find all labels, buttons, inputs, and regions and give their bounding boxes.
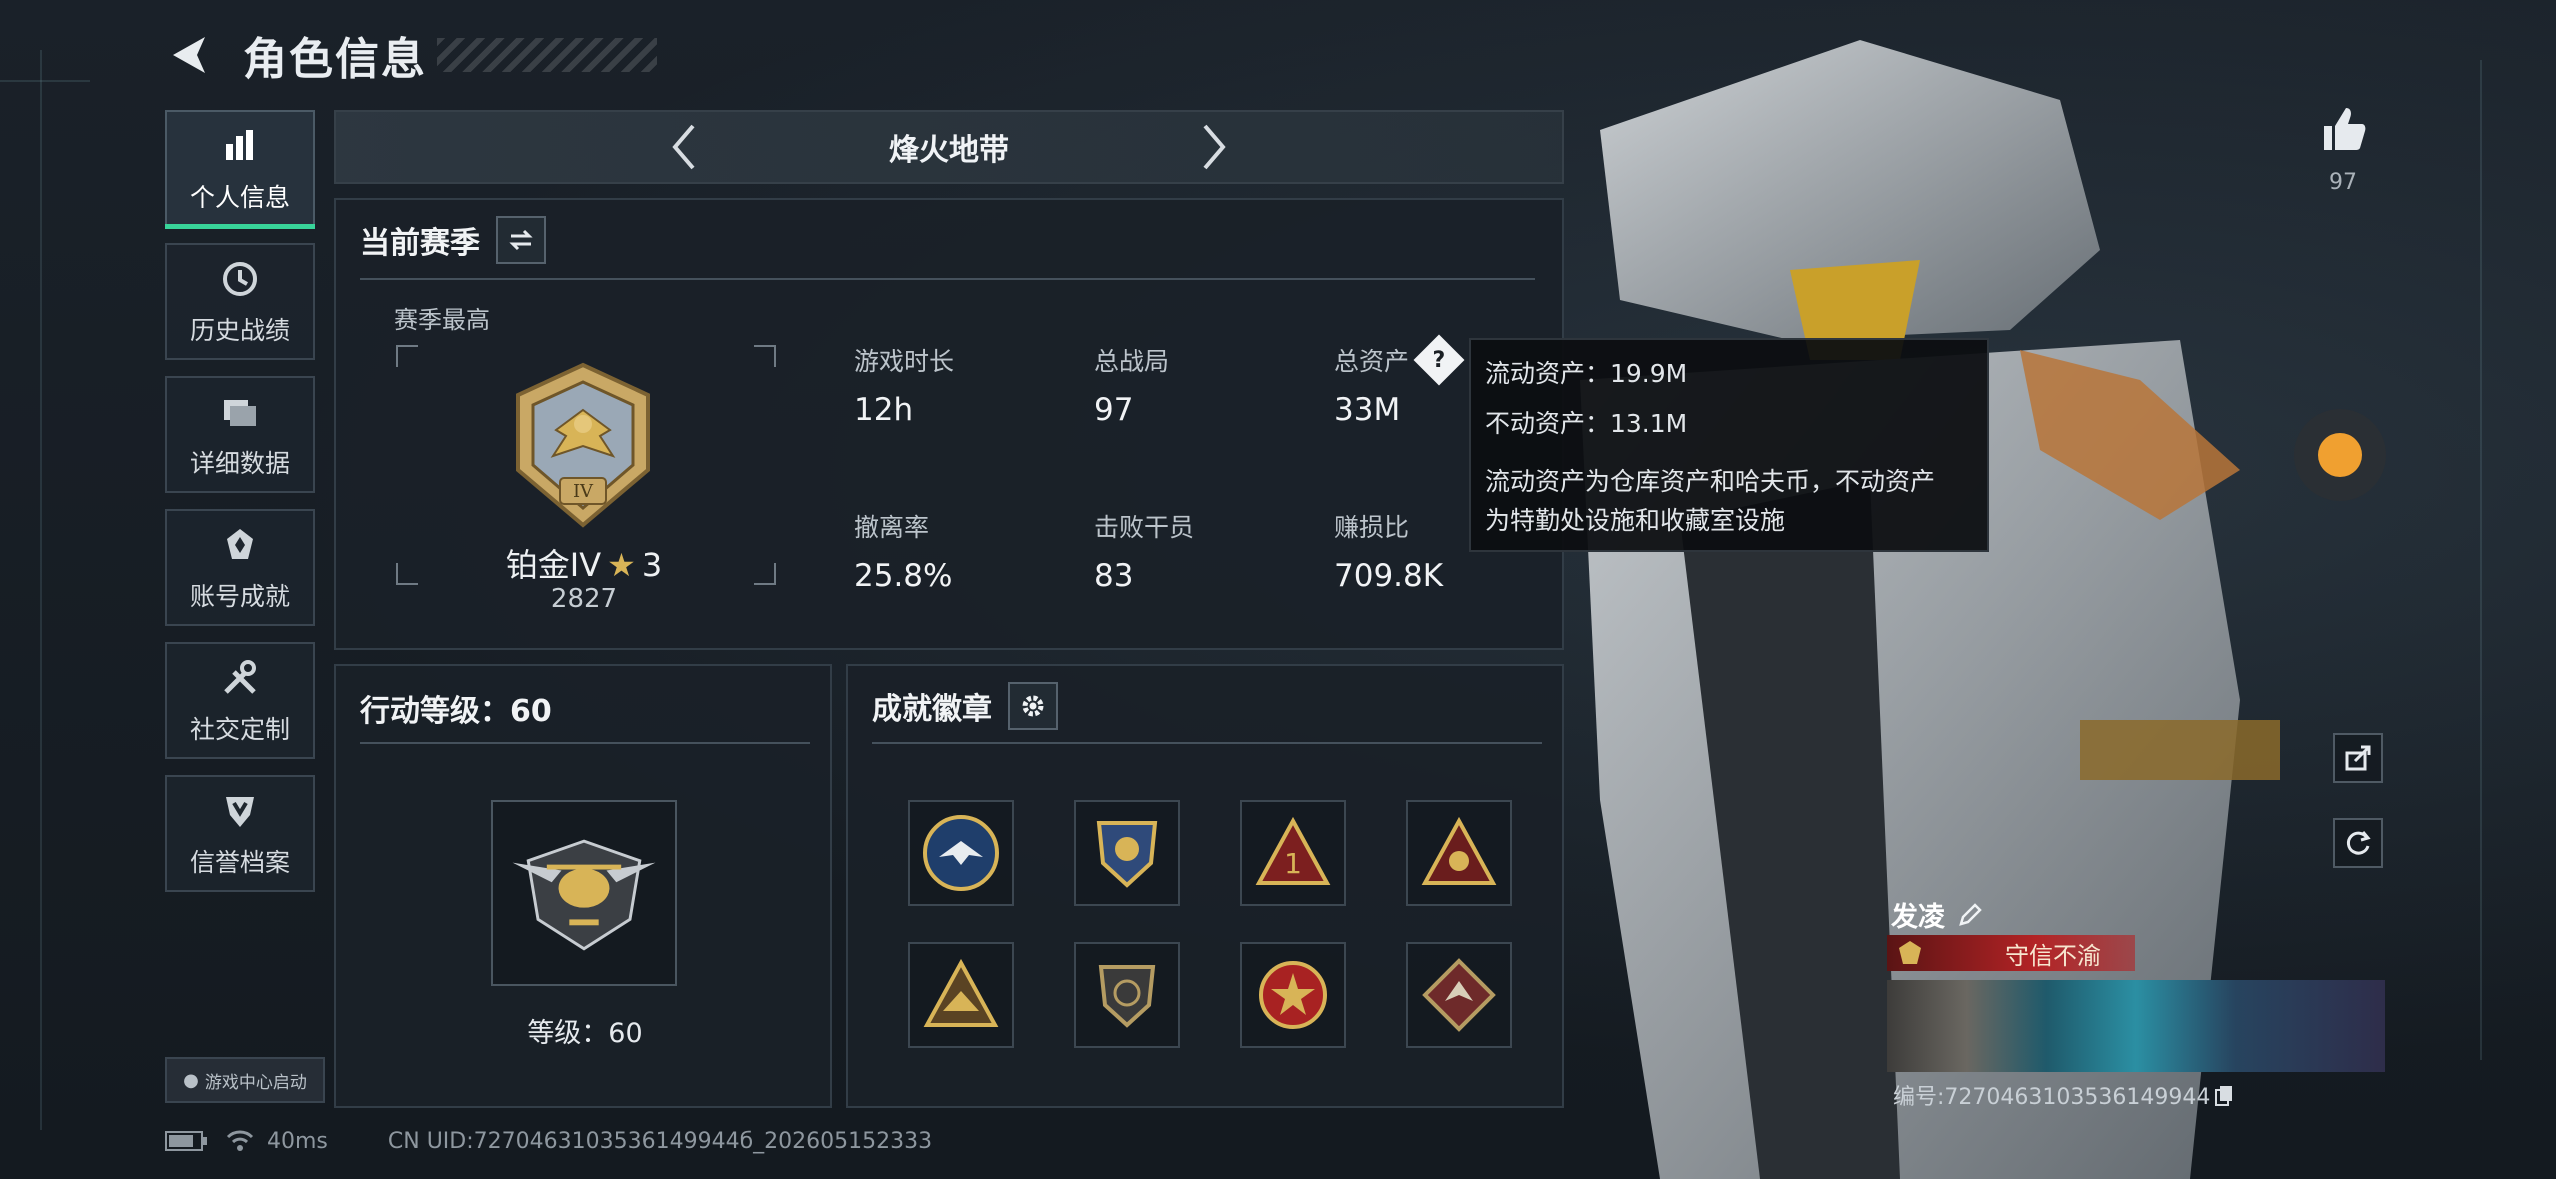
player-card: 发凌 守信不渝 编号:7270463103536149944 — [1887, 895, 2387, 1115]
mode-title: 烽火地带 — [889, 133, 1009, 168]
nav-label: 历史战绩 — [189, 315, 290, 345]
thumbs-up-icon — [2324, 108, 2366, 150]
level-panel: 行动等级：60 等级：60 — [334, 664, 832, 1108]
edit-pencil-icon[interactable] — [1957, 902, 1983, 928]
qq-icon: ● — [183, 1069, 199, 1091]
divider — [360, 742, 810, 744]
achievement-title: 成就徽章 — [872, 692, 992, 727]
tooltip-liquid-assets: 流动资产：19.9M — [1485, 359, 1688, 388]
divider — [360, 278, 1535, 280]
divider — [872, 742, 1542, 744]
level-badge-icon — [491, 800, 677, 986]
refresh-icon — [2346, 831, 2371, 855]
swap-icon — [509, 229, 533, 251]
player-uid: 编号:7270463103536149944 — [1893, 1079, 2234, 1111]
wifi-icon — [226, 1130, 254, 1151]
achievement-badge-dragon-icon[interactable] — [1406, 942, 1512, 1048]
side-nav: 个人信息 历史战绩 详细数据 账号成就 社交定制 信誉档案 — [165, 110, 315, 908]
player-name: 发凌 — [1891, 895, 1983, 934]
rank-name: 铂金IV ★ 3 — [505, 546, 663, 584]
season-title: 当前赛季 — [360, 226, 480, 261]
ping-value: 40ms — [267, 1128, 328, 1154]
history-clock-icon — [218, 257, 262, 301]
achievement-panel: 成就徽章 1 — [846, 664, 1564, 1108]
assets-tooltip: 流动资产：19.9M 不动资产：13.1M 流动资产为仓库资产和哈夫币，不动资产… — [1469, 338, 1989, 552]
achievement-badge-tri-gold-icon[interactable] — [1406, 800, 1512, 906]
refresh-button[interactable] — [2333, 818, 2383, 868]
nav-item-personal-info[interactable]: 个人信息 — [165, 110, 315, 229]
season-subtitle: 赛季最高 — [394, 306, 490, 334]
level-text: 等级：60 — [527, 1018, 643, 1049]
season-panel: 当前赛季 赛季最高 IV 铂金IV ★ 3 2827 游戏时长 12h 总战局 97… — [334, 198, 1564, 650]
nav-item-achievements[interactable]: 账号成就 — [165, 509, 315, 626]
page-title: 角色信息 — [243, 34, 427, 85]
cn-uid: CN UID:7270463103536149944б_202605152333 — [387, 1128, 933, 1154]
nav-item-social[interactable]: 社交定制 — [165, 642, 315, 759]
stat-play-time: 游戏时长 12h — [854, 347, 955, 428]
title-emblem-icon — [1899, 941, 1921, 964]
stat-operators-defeated: 击败干员 83 — [1094, 513, 1195, 594]
chevron-left-icon — [672, 124, 695, 170]
status-bar: 40ms CN UID:7270463103536149944б_2026051… — [165, 1128, 932, 1154]
nav-label: 账号成就 — [189, 581, 290, 611]
share-button[interactable] — [2333, 733, 2383, 783]
nav-label: 个人信息 — [189, 182, 290, 212]
folder-icon — [218, 390, 262, 434]
level-title: 行动等级：60 — [360, 694, 552, 729]
title-decor — [437, 38, 657, 72]
battery-icon — [165, 1131, 207, 1151]
nav-label: 信誉档案 — [189, 847, 290, 877]
nav-label: 详细数据 — [189, 448, 290, 478]
page-header: 角色信息 — [165, 22, 657, 88]
nav-item-credit[interactable]: 信誉档案 — [165, 775, 315, 892]
back-arrow-icon[interactable] — [165, 31, 213, 79]
nav-item-history[interactable]: 历史战绩 — [165, 243, 315, 360]
achievement-badge-triangle-one-icon[interactable]: 1 — [1240, 800, 1346, 906]
chevron-right-icon — [1203, 124, 1226, 170]
decor-line — [0, 80, 90, 82]
stat-extraction-rate: 撤离率 25.8% — [854, 513, 953, 594]
tools-icon — [218, 656, 262, 700]
like-button[interactable]: 97 — [2318, 104, 2368, 195]
shield-icon — [218, 789, 262, 833]
nav-label: 社交定制 — [189, 714, 290, 744]
tooltip-description: 流动资产为仓库资产和哈夫币，不动资产 为特勤处设施和收藏室设施 — [1485, 467, 1936, 535]
nav-item-detailed-data[interactable]: 详细数据 — [165, 376, 315, 493]
achievement-badge-shield-icon[interactable] — [1074, 800, 1180, 906]
achievement-badge-star-icon[interactable] — [1240, 942, 1346, 1048]
gear-icon — [1022, 695, 1044, 717]
switch-season-button[interactable] — [496, 216, 546, 264]
player-title-badge: 守信不渝 — [1887, 935, 2135, 971]
game-center-button[interactable]: ● 游戏中心启动 — [165, 1057, 325, 1103]
prev-mode-button[interactable] — [654, 117, 714, 177]
share-icon — [2345, 745, 2371, 771]
player-banner — [1887, 980, 2385, 1072]
tooltip-fixed-assets: 不动资产：13.1M — [1485, 409, 1688, 438]
svg-text:IV: IV — [573, 481, 594, 502]
star-icon: ★ — [607, 546, 636, 584]
stat-total-matches: 总战局 97 — [1094, 347, 1170, 428]
decor-line — [40, 50, 42, 1130]
rank-badge-icon: IV — [498, 360, 668, 530]
achievement-settings-button[interactable] — [1008, 682, 1058, 730]
svg-text:1: 1 — [1284, 847, 1302, 880]
achievement-badge-dark-shield-icon[interactable] — [1074, 942, 1180, 1048]
game-center-label: 游戏中心启动 — [204, 1072, 307, 1093]
copy-icon[interactable] — [2214, 1084, 2234, 1106]
bar-chart-icon — [218, 124, 262, 168]
decor-line — [2480, 60, 2482, 1060]
help-icon[interactable]: ? — [1413, 334, 1465, 386]
achievement-icon — [218, 523, 262, 567]
rank-score: 2827 — [550, 584, 618, 614]
mode-selector: 烽火地带 — [334, 110, 1564, 184]
next-mode-button[interactable] — [1184, 117, 1244, 177]
achievement-badge-beast-icon[interactable] — [908, 942, 1014, 1048]
achievement-badge-eagle-icon[interactable] — [908, 800, 1014, 906]
like-count: 97 — [2329, 170, 2357, 195]
